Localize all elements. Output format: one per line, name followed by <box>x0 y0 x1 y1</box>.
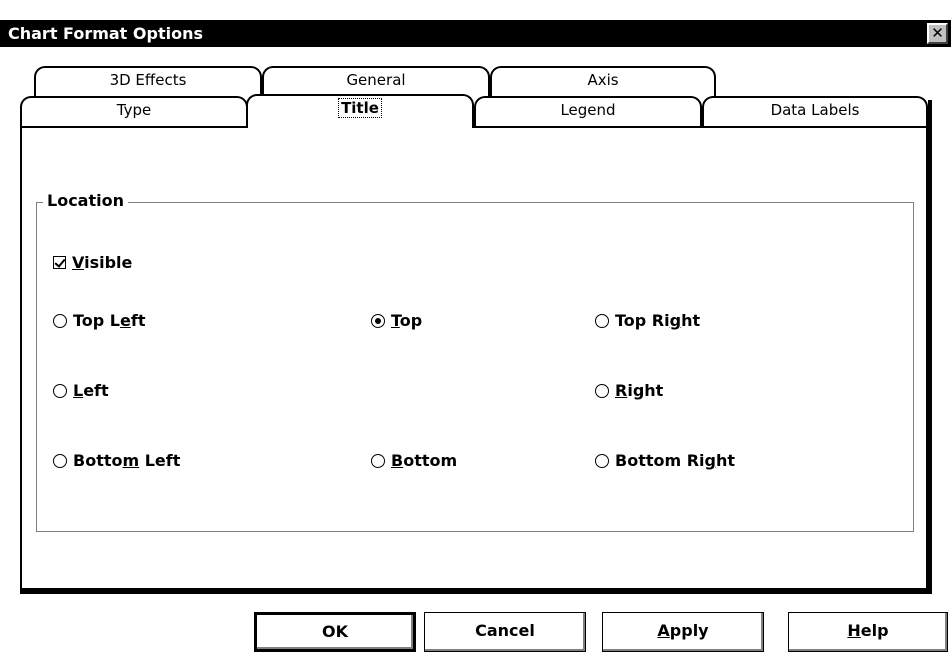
tab-title[interactable]: Title <box>246 94 474 128</box>
dialog-title-bar: Chart Format Options ✕ <box>0 20 951 47</box>
tab-label: Legend <box>560 101 616 119</box>
radio-bottom-left[interactable]: Bottom Left <box>53 451 180 470</box>
radio-label: Right <box>615 381 664 400</box>
close-icon: ✕ <box>931 24 944 42</box>
help-button[interactable]: Help <box>788 612 948 652</box>
radio-left[interactable]: Left <box>53 381 109 400</box>
tab-type[interactable]: Type <box>20 96 248 126</box>
radio-label: Bottom <box>391 451 458 470</box>
tab-label: 3D Effects <box>109 71 187 89</box>
tab-3d-effects[interactable]: 3D Effects <box>34 66 262 96</box>
cancel-button[interactable]: Cancel <box>424 612 586 652</box>
tab-legend[interactable]: Legend <box>474 96 702 126</box>
location-groupbox: Location Visible Top Left Top Top Right … <box>36 191 914 532</box>
panel-shadow <box>928 100 932 594</box>
tab-panel-title: Location Visible Top Left Top Top Right … <box>20 126 928 590</box>
tab-label: Title <box>338 98 382 118</box>
radio-label: Top Right <box>615 311 701 330</box>
radio-icon <box>53 313 67 328</box>
button-label: OK <box>322 622 348 641</box>
button-label: Cancel <box>475 621 535 640</box>
radio-icon <box>595 313 609 328</box>
ok-button[interactable]: OK <box>254 612 416 652</box>
radio-icon <box>53 453 67 468</box>
apply-button[interactable]: Apply <box>602 612 764 652</box>
button-label: Apply <box>657 621 709 640</box>
radio-top-right[interactable]: Top Right <box>595 311 700 330</box>
tab-label: Axis <box>587 71 619 89</box>
tab-label: Type <box>116 101 152 119</box>
tab-data-labels[interactable]: Data Labels <box>702 96 928 126</box>
tab-axis[interactable]: Axis <box>490 66 716 96</box>
radio-selected-icon <box>371 313 385 328</box>
radio-label: Left <box>73 381 109 400</box>
radio-right[interactable]: Right <box>595 381 663 400</box>
dialog-title: Chart Format Options <box>8 24 203 43</box>
radio-icon <box>595 453 609 468</box>
radio-bottom-right[interactable]: Bottom Right <box>595 451 735 470</box>
radio-icon <box>53 383 67 398</box>
panel-shadow <box>20 590 932 594</box>
tab-general[interactable]: General <box>262 66 490 96</box>
tab-label: Data Labels <box>770 101 860 119</box>
radio-label: Bottom Left <box>73 451 181 470</box>
location-group-label: Location <box>43 191 128 210</box>
tab-label: General <box>346 71 406 89</box>
radio-label: Top <box>391 311 423 330</box>
visible-label: Visible <box>72 253 133 272</box>
radio-top-left[interactable]: Top Left <box>53 311 145 330</box>
radio-label: Top Left <box>73 311 146 330</box>
radio-icon <box>595 383 609 398</box>
visible-checkbox[interactable]: Visible <box>53 253 132 272</box>
button-label: Help <box>847 621 889 640</box>
radio-bottom[interactable]: Bottom <box>371 451 457 470</box>
close-button[interactable]: ✕ <box>927 23 948 44</box>
radio-top[interactable]: Top <box>371 311 422 330</box>
checkbox-checked-icon <box>53 256 66 269</box>
radio-icon <box>371 453 385 468</box>
radio-label: Bottom Right <box>615 451 736 470</box>
